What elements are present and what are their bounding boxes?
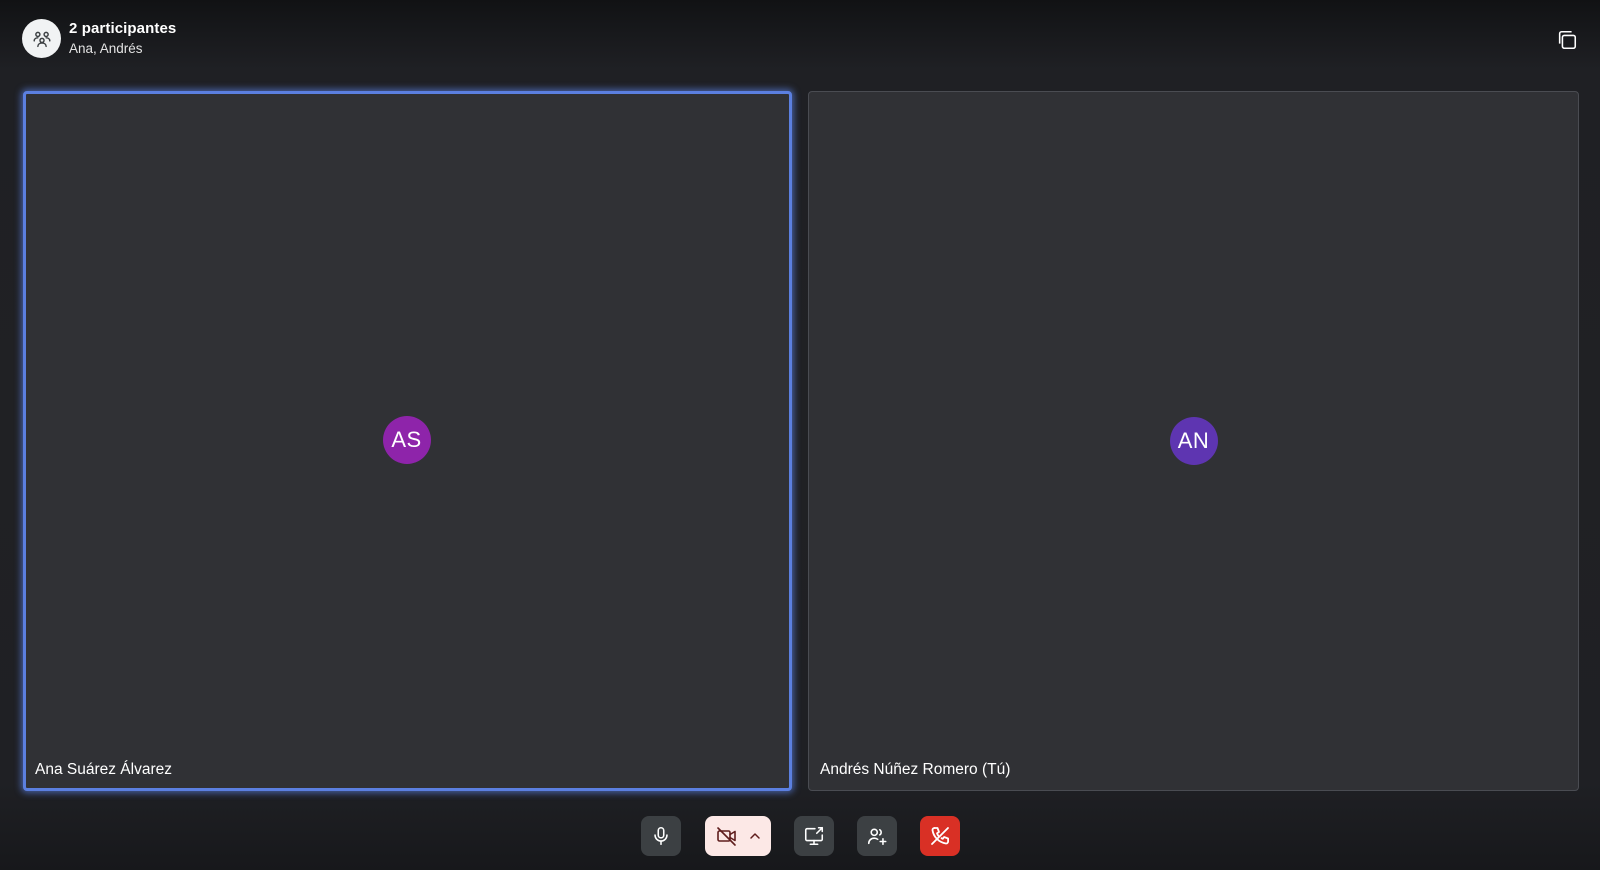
microphone-icon [650,825,672,847]
participant-avatar: AS [382,416,431,464]
picture-in-picture-icon [1556,29,1578,51]
participant-name: Andrés Núñez Romero (Tú) [820,761,1011,778]
call-header: 2 participantes Ana, Andrés [22,19,176,58]
hang-up-button[interactable] [920,816,960,856]
hang-up-icon [928,824,952,848]
camera-toggle-button[interactable] [705,816,771,856]
picture-in-picture-button[interactable] [1554,27,1580,53]
add-person-icon [866,825,888,847]
avatar-initials: AS [391,427,422,452]
call-info: 2 participantes Ana, Andrés [69,20,176,57]
microphone-button[interactable] [641,816,681,856]
participant-names: Ana, Andrés [69,41,143,57]
participant-avatar: AN [1169,417,1218,465]
participant-tile-self[interactable]: AN Andrés Núñez Romero (Tú) [808,91,1579,791]
call-controls [0,816,1600,856]
share-screen-button[interactable] [794,816,834,856]
add-participants-button[interactable] [857,816,897,856]
participants-avatar[interactable] [22,19,61,58]
participant-count: 2 participantes [69,20,177,38]
chevron-up-icon[interactable] [747,828,763,844]
video-call-window: 2 participantes Ana, Andrés AS Ana Suáre… [0,0,1600,870]
avatar-initials: AN [1177,428,1210,453]
participant-name: Ana Suárez Álvarez [35,761,172,778]
screen-share-icon [803,825,825,847]
participant-tile-ana[interactable]: AS Ana Suárez Álvarez [23,91,792,791]
video-off-icon [715,824,739,848]
people-group-icon [31,28,53,50]
